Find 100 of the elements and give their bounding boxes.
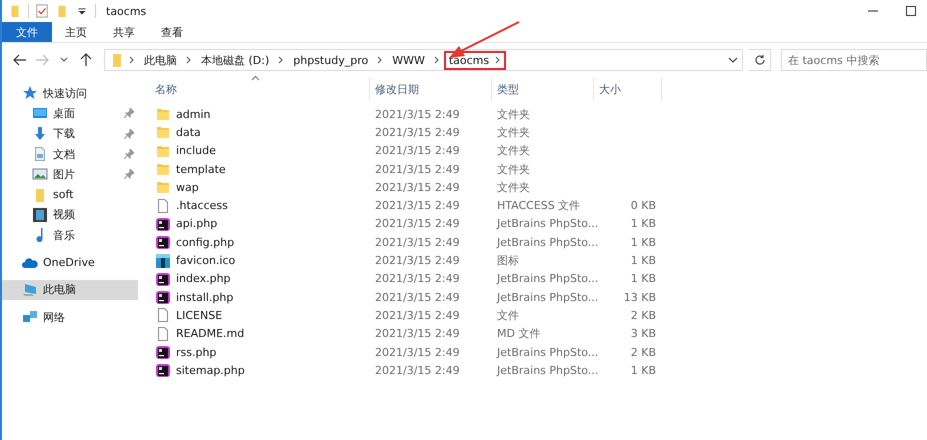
file-name[interactable]: README.md [150, 326, 370, 342]
sort-chevron-icon[interactable] [251, 75, 260, 81]
file-size: 2 KB [630, 308, 657, 322]
file-name[interactable]: include [150, 142, 370, 159]
nav-item[interactable]: 此电脑 [2, 280, 138, 300]
nav-item[interactable]: 下载 [2, 124, 138, 144]
file-name[interactable]: sitemap.php [150, 362, 370, 378]
pictures-icon [32, 166, 48, 182]
refresh-icon [754, 54, 766, 66]
file-size: 1 KB [630, 254, 657, 268]
refresh-button[interactable] [749, 49, 771, 71]
file-type: HTACCESS 文件 [496, 198, 582, 214]
breadcrumb[interactable]: 本地磁盘 (D:) [196, 50, 274, 70]
column-header[interactable]: 类型 [492, 77, 594, 101]
file-type: 文件夹 [496, 124, 531, 140]
file-name[interactable]: data [150, 124, 370, 140]
star-icon [22, 85, 38, 102]
app-icon [155, 234, 171, 250]
nav-item[interactable]: soft [2, 184, 138, 205]
breadcrumb[interactable]: 此电脑 [139, 50, 182, 70]
folder-icon [155, 179, 171, 196]
ribbon-tab[interactable]: 共享 [100, 22, 148, 42]
back-button[interactable] [12, 52, 28, 68]
file-name[interactable]: .htaccess [150, 198, 370, 214]
nav-item[interactable]: 桌面 [2, 103, 138, 124]
ribbon-tab[interactable]: 文件 [2, 22, 52, 42]
modified-date: 2021/3/15 2:49 [374, 162, 461, 176]
breadcrumb[interactable]: WWW [387, 50, 430, 70]
chevron-right-icon[interactable] [495, 56, 502, 64]
nav-item[interactable]: 网络 [2, 306, 138, 328]
dropdown-icon[interactable] [728, 56, 738, 64]
chevron-right-icon[interactable] [377, 56, 384, 64]
app-icon [155, 362, 171, 378]
file-type: 文件夹 [496, 162, 531, 177]
file-size: 3 KB [630, 327, 657, 340]
address-bar[interactable]: 此电脑 本地磁盘 (D:) phpstudy_pro WWW taocms [104, 49, 743, 71]
file-type: 文件夹 [496, 143, 531, 158]
breadcrumb[interactable]: phpstudy_pro [288, 50, 374, 70]
forward-arrow-icon [35, 54, 49, 66]
nav-item[interactable]: 快速访问 [2, 83, 138, 104]
file-name[interactable]: index.php [150, 270, 370, 287]
folder-icon [155, 124, 171, 140]
file-name[interactable]: wap [150, 179, 370, 196]
search-field[interactable]: 在 taocms 中搜索 [781, 49, 927, 71]
column-header[interactable]: 大小 [594, 77, 662, 101]
modified-date: 2021/3/15 2:49 [374, 364, 461, 377]
file-name[interactable]: template [150, 161, 370, 178]
folder-icon [155, 161, 171, 178]
modified-date: 2021/3/15 2:49 [374, 308, 461, 322]
checklist-icon[interactable] [35, 4, 49, 18]
chevron-right-icon[interactable] [434, 56, 440, 64]
file-name[interactable]: LICENSE [150, 307, 370, 324]
chevron-right-icon[interactable] [278, 56, 284, 64]
file-name[interactable]: favicon.ico [150, 252, 370, 269]
window-title: taocms [106, 4, 146, 18]
file-size: 0 KB [630, 199, 657, 212]
film-icon [32, 206, 48, 223]
app-icon [155, 216, 171, 232]
app-icon [155, 344, 171, 360]
breadcrumb[interactable]: taocms [444, 50, 506, 70]
nav-item[interactable]: 图片 [2, 164, 138, 184]
file-name[interactable]: config.php [150, 234, 370, 250]
app-icon [155, 289, 171, 306]
modified-date: 2021/3/15 2:49 [374, 290, 461, 304]
modified-date: 2021/3/15 2:49 [374, 254, 461, 268]
column-header[interactable]: 修改日期 [370, 77, 492, 101]
file-name[interactable]: admin [150, 106, 370, 122]
modified-date: 2021/3/15 2:49 [374, 272, 461, 286]
document-icon [32, 146, 48, 162]
file-type: 文件夹 [496, 106, 531, 122]
back-arrow-icon [13, 54, 27, 66]
modified-date: 2021/3/15 2:49 [374, 217, 461, 230]
file-type: 文件 [496, 308, 520, 323]
modified-date: 2021/3/15 2:49 [374, 199, 461, 212]
file-type: MD 文件 [496, 326, 542, 342]
chevron-right-icon[interactable] [186, 56, 192, 64]
nav-item[interactable]: 音乐 [2, 225, 138, 246]
file-icon [155, 307, 171, 324]
up-button[interactable] [78, 52, 94, 68]
computer-icon [22, 282, 38, 298]
image-icon [155, 252, 171, 269]
chevron-right-icon[interactable] [129, 56, 135, 64]
nav-item[interactable]: 视频 [2, 204, 138, 226]
up-arrow-icon [80, 53, 92, 67]
file-icon [155, 198, 171, 214]
nav-item[interactable]: OneDrive [2, 252, 138, 273]
file-name[interactable]: install.php [150, 289, 370, 306]
ribbon-tab[interactable]: 查看 [148, 22, 196, 42]
column-header[interactable]: 名称 [150, 77, 370, 101]
nav-item[interactable]: 文档 [2, 144, 138, 164]
file-name[interactable]: api.php [150, 216, 370, 232]
modified-date: 2021/3/15 2:49 [374, 180, 461, 194]
ribbon-tab[interactable]: 主页 [52, 22, 100, 42]
modified-date: 2021/3/15 2:49 [374, 126, 461, 139]
modified-date: 2021/3/15 2:49 [374, 327, 461, 340]
file-icon [155, 326, 171, 342]
modified-date: 2021/3/15 2:49 [374, 346, 461, 358]
app-icon [155, 270, 171, 287]
maximize-icon[interactable] [905, 5, 917, 17]
file-name[interactable]: rss.php [150, 344, 370, 360]
